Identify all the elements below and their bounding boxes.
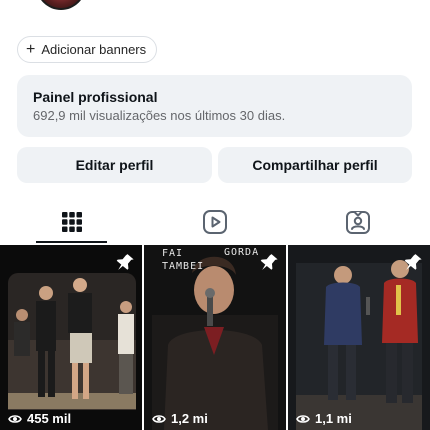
profile-tabs [0,200,430,244]
add-banners-button[interactable]: + Adicionar banners [17,36,158,63]
post-tile[interactable]: 455 mil [0,245,142,430]
pin-icon [260,254,278,270]
post-views-count: 1,2 mi [171,411,208,426]
tab-tagged[interactable] [286,200,430,244]
panel-title: Painel profissional [33,89,158,105]
plus-icon: + [26,40,36,58]
tab-grid[interactable] [0,200,143,244]
reels-icon [202,210,227,234]
edit-profile-button[interactable]: Editar perfil [17,147,212,183]
posts-grid: 455 mil FAI TAMBEI GORDA 1,2 mi 1,1 mi [0,245,430,430]
pin-icon [404,254,422,270]
panel-subtitle: 692,9 mil visualizações nos últimos 30 d… [33,108,286,123]
grid-icon [61,212,82,232]
tagged-icon [346,211,370,234]
share-profile-button[interactable]: Compartilhar perfil [218,147,412,183]
edit-profile-label: Editar perfil [75,157,154,173]
post-views: 1,2 mi [152,411,208,426]
post-views-count: 1,1 mi [315,411,352,426]
active-tab-indicator [36,241,107,243]
profile-avatar-area[interactable] [36,0,88,10]
post-views-count: 455 mil [27,411,72,426]
share-profile-label: Compartilhar perfil [252,157,378,173]
professional-panel[interactable]: Painel profissional 692,9 mil visualizaç… [17,75,412,137]
eye-icon [152,414,166,423]
pin-icon [116,254,134,270]
tab-reels[interactable] [143,200,286,244]
post-views: 455 mil [8,411,71,426]
eye-icon [296,414,310,423]
eye-icon [8,414,22,423]
post-tile[interactable]: 1,1 mi [288,245,430,430]
avatar[interactable] [36,0,86,10]
post-caption-right: GORDA [224,247,260,258]
post-tile[interactable]: FAI TAMBEI GORDA 1,2 mi [144,245,286,430]
post-caption-left: FAI TAMBEI [162,248,205,272]
add-banners-label: Adicionar banners [41,42,147,57]
post-views: 1,1 mi [296,411,352,426]
